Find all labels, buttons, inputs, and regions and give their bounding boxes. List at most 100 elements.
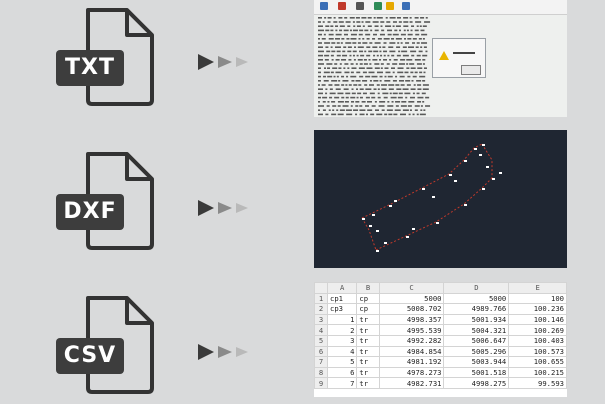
row-number-cell[interactable]: 1 [314,292,328,305]
text-fragment [362,80,368,82]
table-cell[interactable]: 5000 [443,292,510,305]
row-number-cell[interactable]: 5 [314,334,328,347]
text-fragment [415,21,422,23]
text-fragment [403,21,409,23]
text-fragment [388,84,395,86]
table-cell[interactable]: 4998.275 [443,377,510,389]
text-fragment [327,67,331,69]
row-csv: CSV A B C D E 1 cp1 cp 5000 5000 100 2 cp3 cp 500… [0,278,605,397]
column-header[interactable]: A [326,282,358,294]
table-cell[interactable]: 7 [326,377,358,389]
table-cell[interactable]: 99.593 [508,377,567,389]
table-cell[interactable]: 5000 [378,292,445,305]
table-cell[interactable]: 100.236 [508,303,567,315]
table-cell[interactable]: 5003.944 [443,356,510,368]
column-header[interactable]: B [356,282,380,294]
table-cell[interactable]: cp3 [326,303,358,315]
column-header[interactable]: E [508,282,567,294]
text-fragment [348,84,352,86]
table-cell[interactable]: 100.269 [508,324,567,336]
text-fragment [401,101,407,103]
table-cell[interactable]: 4992.282 [378,334,445,347]
text-fragment [318,63,324,65]
table-cell[interactable]: tr [356,377,380,389]
text-fragment [365,105,370,107]
column-header[interactable]: C [378,282,445,294]
table-cell[interactable]: 100 [508,292,567,305]
text-fragment [350,63,354,65]
text-fragment [318,88,323,90]
toolbar-icon [320,2,328,10]
table-cell[interactable]: 3 [326,334,358,347]
table-cell[interactable]: 1 [326,313,358,326]
table-cell[interactable]: 4981.192 [378,356,445,368]
table-cell[interactable]: 4995.539 [378,324,445,336]
table-cell[interactable]: 4 [326,345,358,358]
text-fragment [416,54,421,57]
row-number-cell[interactable]: 2 [314,303,328,315]
text-fragment [420,109,423,111]
text-fragment [408,113,411,116]
table-cell[interactable]: 100.573 [508,345,567,358]
text-fragment [338,21,344,23]
text-fragment [396,46,401,48]
table-cell[interactable]: 5001.518 [443,366,510,379]
text-fragment [400,59,406,61]
row-number-cell[interactable]: 7 [314,356,328,368]
text-fragment [330,71,334,74]
table-cell[interactable]: cp [356,303,380,315]
table-cell[interactable]: tr [356,345,380,358]
table-cell[interactable]: cp1 [326,292,358,305]
table-cell[interactable]: 4998.357 [378,313,445,326]
table-cell[interactable]: 4984.854 [378,345,445,358]
text-fragment [324,17,327,19]
table-cell[interactable]: 100.146 [508,313,567,326]
text-fragment [398,50,401,53]
table-cell[interactable]: 100.215 [508,366,567,379]
row-number-cell[interactable]: 4 [314,324,328,336]
text-fragment [376,17,383,19]
table-cell[interactable]: tr [356,324,380,336]
table-cell[interactable]: 2 [326,324,358,336]
text-fragment [355,17,360,19]
row-number-cell[interactable]: 8 [314,366,328,379]
text-fragment [383,38,390,40]
text-fragment [359,75,364,78]
text-fragment [422,63,425,65]
table-cell[interactable]: 5004.321 [443,324,510,336]
text-fragment [358,33,363,36]
text-fragment [390,96,397,99]
text-fragment [382,92,389,95]
text-fragment [418,50,423,53]
row-number-cell[interactable]: 9 [314,377,328,389]
text-fragment [378,105,385,107]
column-header[interactable]: D [443,282,510,294]
text-fragment [387,54,390,57]
text-fragment [350,71,354,74]
table-cell[interactable]: cp [356,292,380,305]
text-fragment [342,105,349,107]
table-cell[interactable]: 4982.731 [378,377,445,389]
text-fragment [336,50,341,53]
row-number-cell[interactable]: 6 [314,345,328,358]
table-cell[interactable]: tr [356,334,380,347]
table-cell[interactable]: 5 [326,356,358,368]
text-fragment [358,67,365,69]
table-cell[interactable]: tr [356,356,380,368]
dialog-ok-button[interactable] [461,65,481,75]
table-cell[interactable]: 5005.296 [443,345,510,358]
table-cell[interactable]: 6 [326,366,358,379]
text-fragment [401,50,408,53]
table-cell[interactable]: tr [356,366,380,379]
table-cell[interactable]: 4989.766 [443,303,510,315]
table-cell[interactable]: 5006.647 [443,334,510,347]
text-fragment [330,46,333,48]
table-cell[interactable]: 100.655 [508,356,567,368]
row-number-cell[interactable]: 3 [314,313,328,326]
table-cell[interactable]: 100.403 [508,334,567,347]
table-cell[interactable]: 5008.702 [378,303,445,315]
text-fragment [398,63,405,65]
table-cell[interactable]: tr [356,313,380,326]
table-cell[interactable]: 5001.934 [443,313,510,326]
table-cell[interactable]: 4978.273 [378,366,445,379]
